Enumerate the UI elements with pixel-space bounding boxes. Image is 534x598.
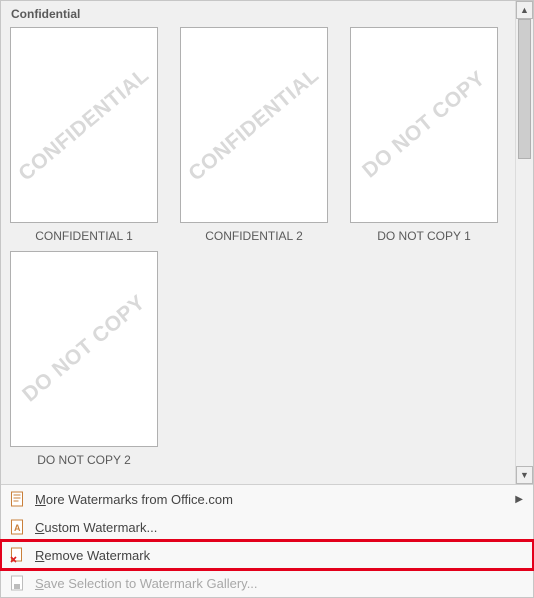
thumb-page: CONFIDENTIAL xyxy=(10,27,158,223)
watermark-gallery-panel: Confidential CONFIDENTIAL CONFIDENTIAL 1… xyxy=(0,0,534,598)
watermark-text: DO NOT COPY xyxy=(18,291,150,407)
watermark-thumb-do-not-copy-1[interactable]: DO NOT COPY DO NOT COPY 1 xyxy=(349,27,499,243)
watermark-thumb-do-not-copy-2[interactable]: DO NOT COPY DO NOT COPY 2 xyxy=(9,251,159,467)
thumb-label: DO NOT COPY 2 xyxy=(37,453,131,467)
menu-label: Custom Watermark... xyxy=(35,520,523,535)
watermark-text: CONFIDENTIAL xyxy=(184,64,324,187)
scrollbar[interactable]: ▲ ▼ xyxy=(515,1,533,484)
page-remove-icon xyxy=(7,546,27,564)
page-icon: A xyxy=(7,518,27,536)
scroll-up-button[interactable]: ▲ xyxy=(516,1,533,19)
thumb-label: CONFIDENTIAL 1 xyxy=(35,229,133,243)
scroll-down-button[interactable]: ▼ xyxy=(516,466,533,484)
watermark-text: CONFIDENTIAL xyxy=(14,64,154,187)
chevron-down-icon: ▼ xyxy=(520,470,529,480)
thumb-row: DO NOT COPY DO NOT COPY 2 xyxy=(9,251,507,467)
chevron-up-icon: ▲ xyxy=(520,5,529,15)
scroll-thumb[interactable] xyxy=(518,19,531,159)
thumb-row: CONFIDENTIAL CONFIDENTIAL 1 CONFIDENTIAL… xyxy=(9,27,507,243)
watermark-thumb-confidential-1[interactable]: CONFIDENTIAL CONFIDENTIAL 1 xyxy=(9,27,159,243)
menu-label: More Watermarks from Office.com xyxy=(35,492,515,507)
thumb-label: DO NOT COPY 1 xyxy=(377,229,471,243)
watermark-text: DO NOT COPY xyxy=(358,67,490,183)
scroll-track[interactable] xyxy=(516,19,533,466)
menu-list: More Watermarks from Office.com ▶ A Cust… xyxy=(1,484,533,597)
menu-more-watermarks[interactable]: More Watermarks from Office.com ▶ xyxy=(1,485,533,513)
thumb-label: CONFIDENTIAL 2 xyxy=(205,229,303,243)
menu-custom-watermark[interactable]: A Custom Watermark... xyxy=(1,513,533,541)
gallery-scroll-area: Confidential CONFIDENTIAL CONFIDENTIAL 1… xyxy=(1,1,533,484)
thumb-page: DO NOT COPY xyxy=(10,251,158,447)
gallery: Confidential CONFIDENTIAL CONFIDENTIAL 1… xyxy=(1,1,515,484)
save-gallery-icon xyxy=(7,574,27,592)
section-header-confidential: Confidential xyxy=(9,1,507,27)
page-icon xyxy=(7,490,27,508)
menu-label: Save Selection to Watermark Gallery... xyxy=(35,576,523,591)
chevron-right-icon: ▶ xyxy=(515,494,523,505)
menu-label: Remove Watermark xyxy=(35,548,523,563)
thumb-page: DO NOT COPY xyxy=(350,27,498,223)
watermark-thumb-confidential-2[interactable]: CONFIDENTIAL CONFIDENTIAL 2 xyxy=(179,27,329,243)
menu-remove-watermark[interactable]: Remove Watermark xyxy=(1,541,533,569)
menu-save-selection: Save Selection to Watermark Gallery... xyxy=(1,569,533,597)
svg-text:A: A xyxy=(14,523,21,533)
thumb-page: CONFIDENTIAL xyxy=(180,27,328,223)
